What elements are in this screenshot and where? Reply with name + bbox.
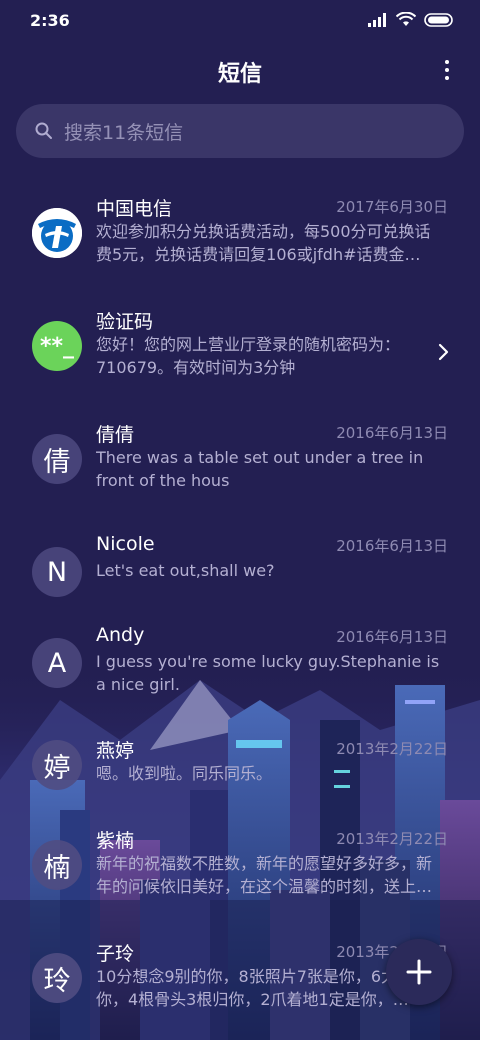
status-icons <box>368 12 454 27</box>
message-preview: 您好！您的网上营业厅登录的随机密码为：710679。有效时间为3分钟 <box>96 335 401 377</box>
contact-name: 燕婷 <box>96 740 135 762</box>
more-options-button[interactable] <box>440 56 454 84</box>
search-input[interactable]: 搜索11条短信 <box>16 104 464 158</box>
more-vertical-icon <box>445 60 449 64</box>
conversation-item[interactable]: 倩 倩倩 2016年6月13日 There was a table set ou… <box>0 420 480 520</box>
search-placeholder: 搜索11条短信 <box>64 122 184 144</box>
message-date: 2013年2月22日 <box>336 740 448 758</box>
message-preview: 新年的祝福数不胜数，新年的愿望好多好多，新年的问候依旧美好，在这个温馨的时刻，送… <box>96 854 433 896</box>
new-message-button[interactable] <box>386 939 452 1005</box>
signal-icon <box>368 12 386 27</box>
message-preview: Let's eat out,shall we? <box>96 561 275 580</box>
conversation-item[interactable]: 婷 燕婷 2013年2月22日 嗯。收到啦。同乐同乐。 <box>0 736 480 836</box>
contact-name: Nicole <box>96 533 155 555</box>
avatar: 倩 <box>32 434 82 484</box>
contact-name: 验证码 <box>96 311 154 333</box>
conversation-item[interactable]: 中国电信 2017年6月30日 欢迎参加积分兑换话费活动，每500分可兑换话费5… <box>0 194 480 294</box>
conversation-item[interactable]: N Nicole 2016年6月13日 Let's eat out,shall … <box>0 533 480 633</box>
conversation-item[interactable]: 楠 紫楠 2013年2月22日 新年的祝福数不胜数，新年的愿望好多好多，新年的问… <box>0 826 480 926</box>
china-telecom-logo <box>32 208 82 258</box>
contact-name: Andy <box>96 624 145 646</box>
plus-icon <box>406 959 432 985</box>
conversation-item[interactable]: **_ 验证码 您好！您的网上营业厅登录的随机密码为：710679。有效时间为3… <box>0 307 480 407</box>
chevron-right-icon[interactable] <box>438 343 450 361</box>
avatar: 玲 <box>32 953 82 1003</box>
status-time: 2:36 <box>30 11 70 30</box>
message-date: 2016年6月13日 <box>336 628 448 646</box>
message-preview: 嗯。收到啦。同乐同乐。 <box>96 764 273 783</box>
avatar: 婷 <box>32 740 82 790</box>
search-icon <box>35 122 52 139</box>
message-preview: There was a table set out under a tree i… <box>96 448 424 490</box>
page-title: 短信 <box>217 62 262 87</box>
wifi-icon <box>396 12 416 26</box>
message-date: 2016年6月13日 <box>336 537 448 555</box>
message-preview: 欢迎参加积分兑换话费活动，每500分可兑换话费5元，兑换话费请回复106或jfd… <box>96 222 431 264</box>
contact-name: 子玲 <box>96 943 135 965</box>
message-date: 2016年6月13日 <box>336 424 448 442</box>
avatar: **_ <box>32 321 82 371</box>
message-date: 2017年6月30日 <box>336 198 448 216</box>
contact-name: 紫楠 <box>96 830 135 852</box>
contact-name: 倩倩 <box>96 424 135 446</box>
status-bar: 2:36 <box>0 0 480 40</box>
app-header: 短信 <box>0 48 480 92</box>
avatar: N <box>32 547 82 597</box>
conversation-item[interactable]: A Andy 2016年6月13日 I guess you're some lu… <box>0 624 480 724</box>
battery-icon <box>424 12 453 27</box>
contact-name: 中国电信 <box>96 198 173 220</box>
message-preview: I guess you're some lucky guy.Stephanie … <box>96 652 440 694</box>
message-date: 2013年2月22日 <box>336 830 448 848</box>
avatar <box>32 208 82 258</box>
avatar: 楠 <box>32 840 82 890</box>
avatar: A <box>32 638 82 688</box>
